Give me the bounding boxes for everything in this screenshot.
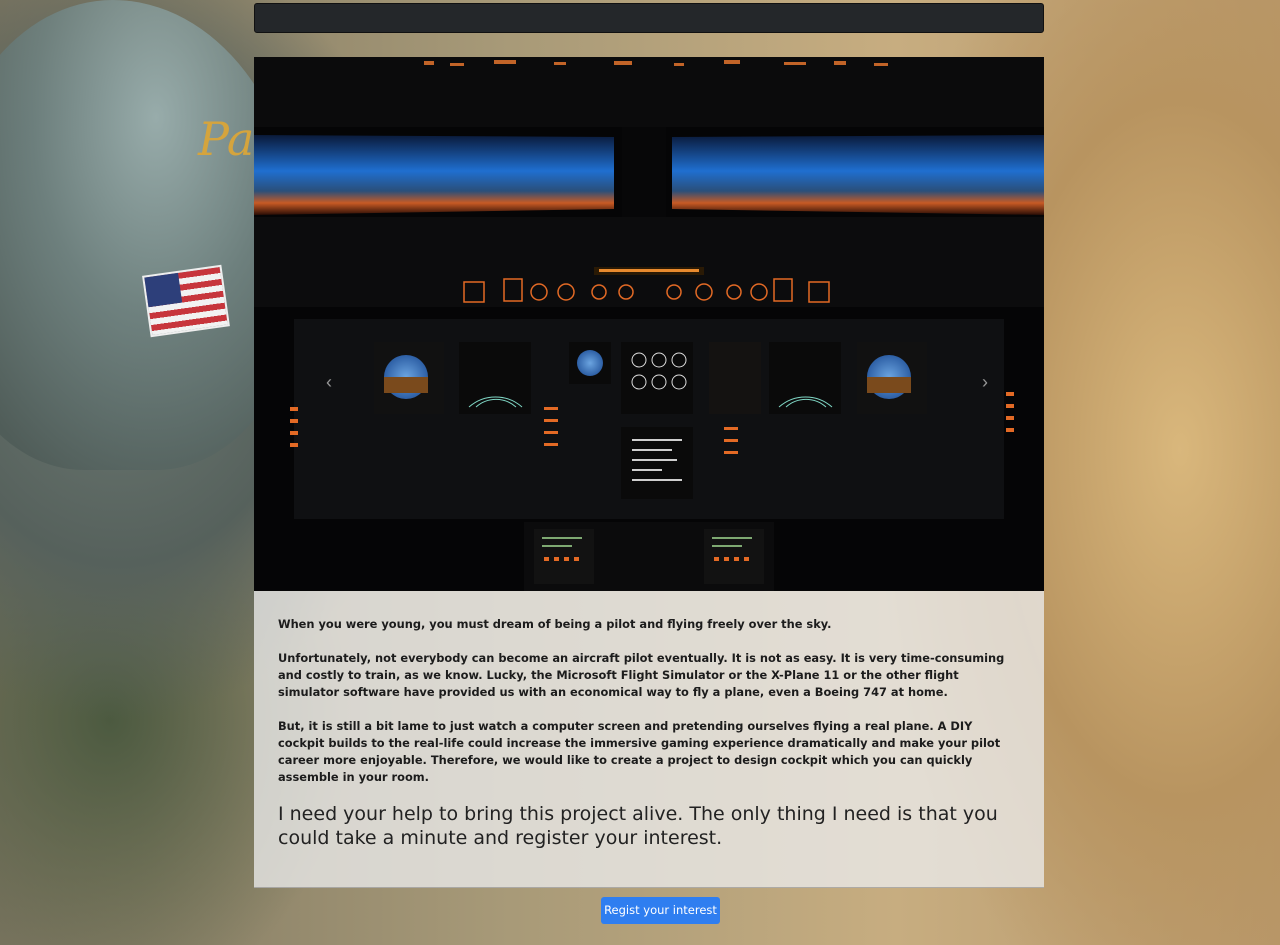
register-interest-button[interactable]: Regist your interest	[601, 897, 720, 924]
image-carousel: ‹ ›	[254, 57, 1044, 591]
intro-paragraph-3: But, it is still a bit lame to just watc…	[278, 719, 1001, 784]
navbar	[254, 3, 1044, 33]
intro-paragraph-1: When you were young, you must dream of b…	[278, 617, 832, 631]
carousel-prev-button[interactable]: ‹	[314, 367, 344, 397]
call-to-action-text: I need your help to bring this project a…	[278, 803, 998, 849]
intro-paragraph-2: Unfortunately, not everybody can become …	[278, 651, 1005, 699]
helmet-lettering: Pa	[198, 112, 255, 166]
flag-patch	[142, 264, 230, 338]
cockpit-panel-image	[254, 57, 1044, 591]
intro-card: When you were young, you must dream of b…	[254, 591, 1044, 888]
carousel-next-button[interactable]: ›	[970, 367, 1000, 397]
